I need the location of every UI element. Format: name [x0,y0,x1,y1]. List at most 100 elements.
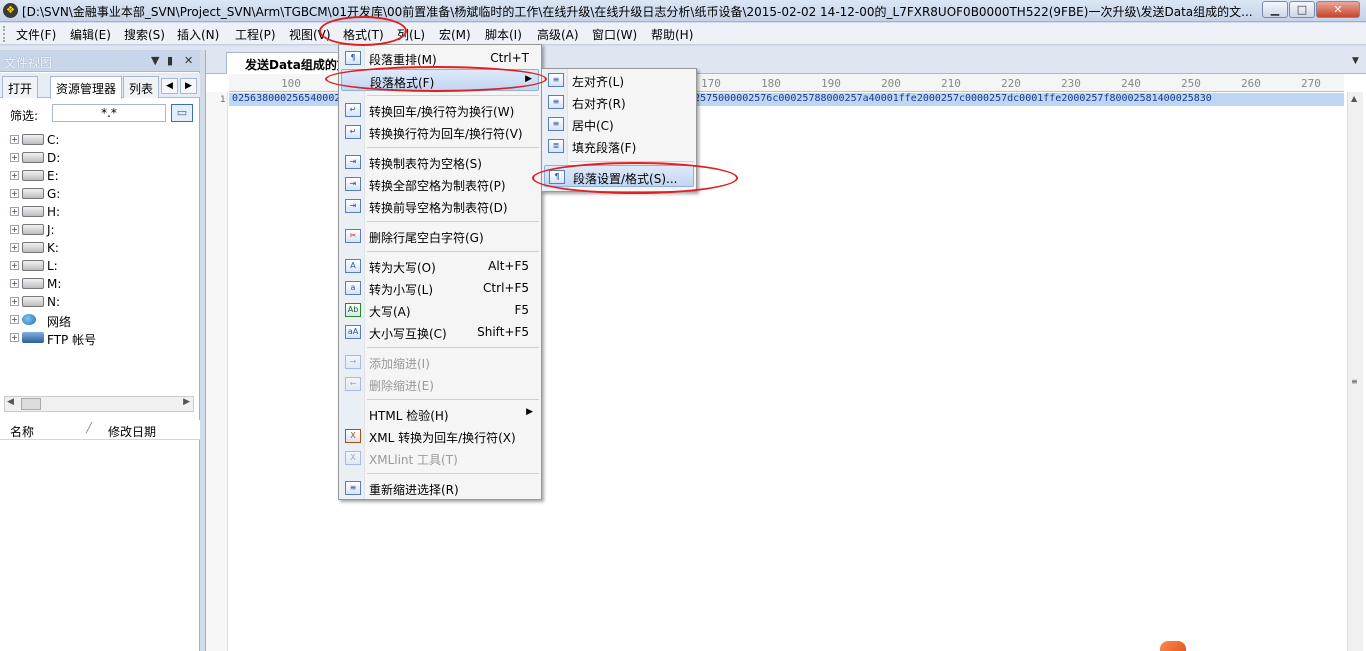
expand-icon[interactable]: + [10,297,19,306]
menu-item-remove-indent[interactable]: ← 删除缩进(E) [341,373,539,395]
outdent-icon: ← [345,377,361,391]
menu-item-add-indent[interactable]: → 添加缩进(I) [341,351,539,373]
tree-item-label: FTP 帐号 [47,333,97,347]
menu-window[interactable]: 窗口(W) [592,26,637,43]
menu-item-label: 左对齐(L) [572,75,625,89]
tree-horizontal-scrollbar[interactable]: ◀ ▶ [4,396,194,412]
menu-item-lf-to-crlf[interactable]: ↵ 转换换行符为回车/换行符(V) [341,121,539,143]
menu-item-align-center[interactable]: ≡ 居中(C) [544,113,694,135]
menu-help[interactable]: 帮助(H) [651,26,693,43]
column-name-header[interactable]: 名称 [10,423,34,440]
tree-item-label: H: [47,205,61,219]
expand-icon[interactable]: + [10,333,19,342]
menu-item-align-right[interactable]: ≡ 右对齐(R) [544,91,694,113]
minimize-button[interactable]: ▁ [1262,1,1288,18]
panel-tabs: 打开 资源管理器 列表 ◀ ▶ [0,73,200,99]
expand-icon[interactable]: + [10,153,19,162]
menu-item-trim-trailing[interactable]: ✂ 删除行尾空白字符(G) [341,225,539,247]
tree-item-netdrive[interactable]: + J: [10,221,190,239]
menu-item-xml-convert[interactable]: X XML 转换为回车/换行符(X) [341,425,539,447]
tree-item-drive[interactable]: + K: [10,239,190,257]
ruler-number: 240 [1121,77,1141,90]
menu-item-xmllint[interactable]: X XMLlint 工具(T) [341,447,539,469]
menu-item-shortcut: Alt+F5 [488,259,529,273]
menu-edit[interactable]: 编辑(E) [70,26,111,43]
tab-prev-button[interactable]: ◀ [161,78,178,94]
expand-icon[interactable]: + [10,135,19,144]
menu-item-crlf-to-lf[interactable]: ↵ 转换回车/换行符为换行(W) [341,99,539,121]
tree-item-label: C: [47,133,60,147]
menu-script[interactable]: 脚本(I) [485,26,522,43]
tree-item-drive[interactable]: + C: [10,131,190,149]
panel-pin-icon[interactable]: ▮ [167,54,173,67]
tree-item-netdrive[interactable]: + H: [10,203,190,221]
tree-item-drive[interactable]: + D: [10,149,190,167]
network-drive-icon [22,224,44,235]
menu-item-spaces-to-tabs[interactable]: ⇥ 转换全部空格为制表符(P) [341,173,539,195]
scroll-right-icon[interactable]: ▶ [183,397,190,407]
menu-macro[interactable]: 宏(M) [439,26,471,43]
panel-header: 文件视图 ▼ ▮ ✕ [0,50,200,72]
expand-icon[interactable]: + [10,261,19,270]
menu-insert[interactable]: 插入(N) [177,26,219,43]
menu-item-tabs-to-spaces[interactable]: ⇥ 转换制表符为空格(S) [341,151,539,173]
menu-item-reindent[interactable]: ≡ 重新缩进选择(R) [341,477,539,499]
menu-separator [367,251,539,252]
menu-advanced[interactable]: 高级(A) [537,26,579,43]
tree-item-label: E: [47,169,59,183]
close-button[interactable]: ✕ [1316,1,1360,18]
expand-icon[interactable]: + [10,171,19,180]
menu-item-shortcut: Ctrl+F5 [483,281,529,295]
filter-input[interactable]: *.* [52,104,166,122]
menu-item-label: XMLlint 工具(T) [369,453,458,467]
menu-file[interactable]: 文件(F) [16,26,56,43]
scroll-up-icon[interactable]: ▲ [1351,94,1357,103]
tree-item-drive[interactable]: + N: [10,293,190,311]
tree-item-label: L: [47,259,58,273]
scroll-thumb[interactable] [21,398,41,410]
editor-vertical-scrollbar[interactable]: ▲ ≡ [1347,92,1363,651]
tree-item-drive[interactable]: + M: [10,275,190,293]
menu-item-align-left[interactable]: ≡ 左对齐(L) [544,69,694,91]
code-text-end[interactable]: 0002575000002576c00025788000257a40001ffe… [676,93,1212,104]
panel-close-icon[interactable]: ✕ [184,54,193,67]
expand-icon[interactable]: + [10,189,19,198]
column-date-header[interactable]: 修改日期 [108,423,156,440]
scroll-left-icon[interactable]: ◀ [7,397,14,407]
menu-item-uppercase[interactable]: A 转为大写(O) Alt+F5 [341,255,539,277]
tree-item-drive[interactable]: + E: [10,167,190,185]
expand-icon[interactable]: + [10,243,19,252]
tree-item-network[interactable]: + 网络 [10,311,190,329]
tree-item-ftp[interactable]: + FTP 帐号 [10,329,190,347]
tab-list[interactable]: 列表 [123,76,160,98]
code-text-start[interactable]: 025638000256540002 [232,93,340,104]
menu-project[interactable]: 工程(P) [235,26,276,43]
menu-item-label: 转换回车/换行符为换行(W) [369,105,515,119]
submenu-arrow-icon: ▶ [526,407,533,417]
folder-browse-icon[interactable]: ▭ [171,104,193,122]
menu-item-lowercase[interactable]: a 转为小写(L) Ctrl+F5 [341,277,539,299]
menu-item-fill-paragraph[interactable]: ≣ 填充段落(F) [544,135,694,157]
scroll-handle-icon[interactable]: ≡ [1351,377,1358,386]
menu-item-label: 转为小写(L) [369,283,434,297]
tab-explorer[interactable]: 资源管理器 [50,76,123,99]
tab-list-dropdown-icon[interactable]: ▼ [1352,56,1359,66]
menu-item-swap-case[interactable]: aA 大小写互换(C) Shift+F5 [341,321,539,343]
panel-dropdown-icon[interactable]: ▼ [151,54,159,67]
menu-item-label: 大小写互换(C) [369,327,447,341]
tab-next-button[interactable]: ▶ [180,78,197,94]
tree-item-label: G: [47,187,61,201]
tree-item-drive[interactable]: + L: [10,257,190,275]
expand-icon[interactable]: + [10,207,19,216]
tab-open[interactable]: 打开 [2,76,39,98]
expand-icon[interactable]: + [10,315,19,324]
tree-item-netdrive[interactable]: + G: [10,185,190,203]
menu-item-leading-spaces-to-tabs[interactable]: ⇥ 转换前导空格为制表符(D) [341,195,539,217]
expand-icon[interactable]: + [10,279,19,288]
lowercase-icon: a [345,281,361,295]
menu-item-capitalize[interactable]: Ab 大写(A) F5 [341,299,539,321]
menu-search[interactable]: 搜索(S) [124,26,165,43]
maximize-button[interactable]: □ [1289,1,1315,18]
expand-icon[interactable]: + [10,225,19,234]
menu-item-html-validate[interactable]: HTML 检验(H) ▶ [341,403,539,425]
